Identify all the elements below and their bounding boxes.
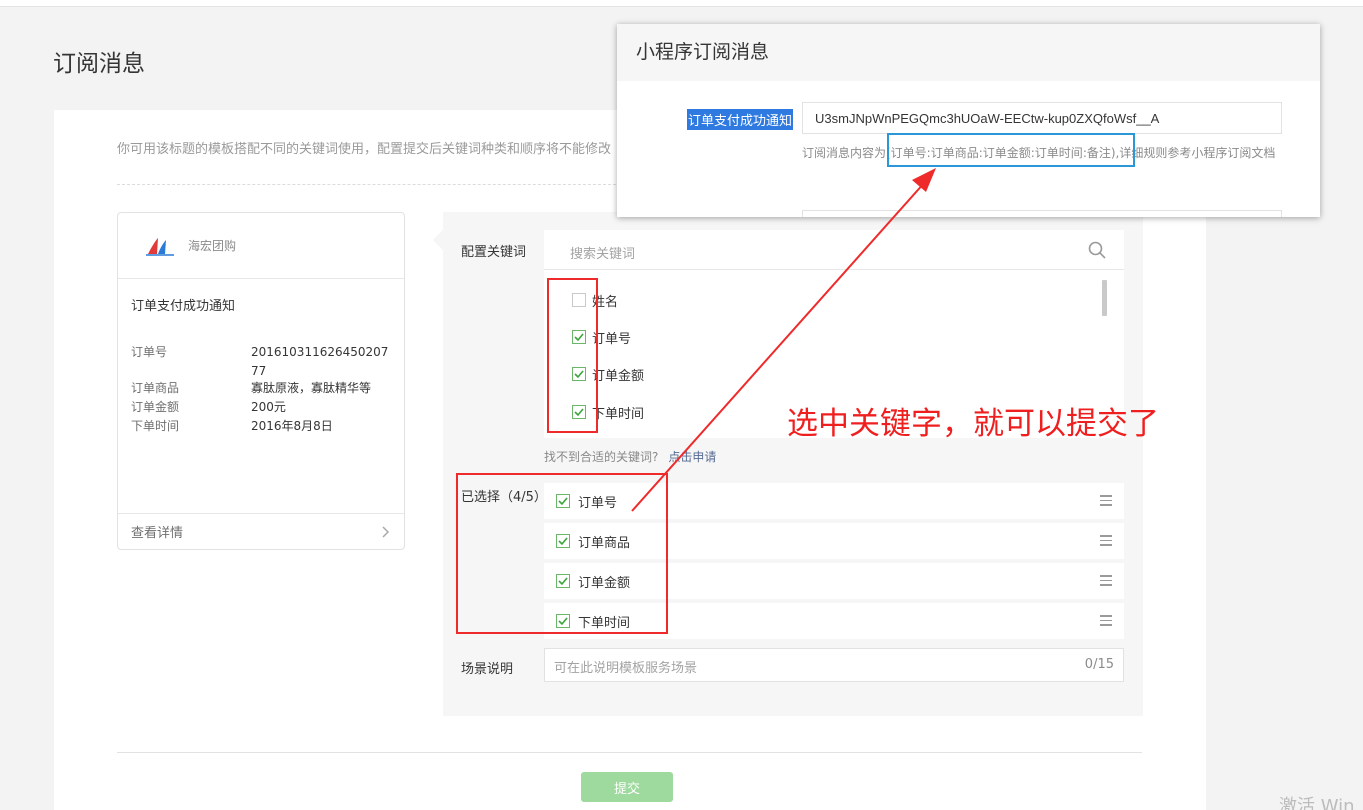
card-title: 订单支付成功通知 (131, 299, 236, 314)
drag-handle-icon[interactable] (1100, 615, 1112, 626)
submit-button[interactable]: 提交 (581, 772, 673, 802)
view-details-link[interactable]: 查看详情 (118, 513, 404, 549)
page-title: 订阅消息 (53, 51, 145, 77)
char-counter: 0/15 (1084, 657, 1114, 672)
template-id-field[interactable]: U3smJNpWnPEGQmc3hUOaW-EECtw-kup0ZXQfoWsf… (802, 102, 1282, 134)
mini-program-subscribe-popup: 小程序订阅消息 订单支付成功通知 U3smJNpWnPEGQmc3hUOaW-E… (617, 24, 1320, 217)
card-header: 海宏团购 (118, 213, 404, 279)
missing-keyword-hint: 找不到合适的关键词? 点击申请 (544, 448, 716, 465)
missing-text: 找不到合适的关键词? (544, 450, 659, 464)
keyword-label: 下单时间 (592, 406, 645, 422)
field-key: 订单商品 (131, 381, 180, 395)
drag-handle-icon[interactable] (1100, 495, 1112, 506)
drag-handle-icon[interactable] (1100, 575, 1112, 586)
apply-keyword-link[interactable]: 点击申请 (668, 450, 716, 464)
popup-title: 小程序订阅消息 (617, 24, 1320, 81)
pointer-notch (433, 230, 443, 250)
field-key: 订单金额 (131, 400, 180, 414)
drag-handle-icon[interactable] (1100, 535, 1112, 546)
chevron-right-icon (382, 525, 390, 538)
template-field-label: 订单支付成功通知 (687, 109, 794, 130)
top-bar (0, 0, 1363, 7)
field-key: 下单时间 (131, 419, 180, 433)
search-placeholder: 搜索关键词 (570, 247, 636, 262)
scene-label: 场景说明 (461, 662, 514, 677)
scrollbar-thumb[interactable] (1102, 280, 1107, 316)
keyword-checkbox-highlight (547, 278, 598, 433)
watermark-text: 激活 Win (1279, 796, 1355, 810)
scene-description-input[interactable]: 可在此说明模板服务场景 0/15 (544, 648, 1124, 682)
next-field[interactable] (802, 210, 1282, 217)
view-details-label: 查看详情 (131, 526, 184, 541)
search-icon[interactable] (1088, 241, 1106, 259)
message-preview-card: 海宏团购 订单支付成功通知 订单号 20161031162645020777 订… (117, 212, 405, 550)
annotation-text: 选中关键字，就可以提交了 (787, 406, 1159, 442)
field-value: 20161031162645020777 (251, 345, 389, 378)
brand-name: 海宏团购 (188, 239, 237, 253)
brand-logo-icon (146, 237, 174, 256)
field-key: 订单号 (131, 345, 168, 359)
keyword-label: 订单金额 (592, 368, 645, 384)
scene-placeholder: 可在此说明模板服务场景 (554, 661, 698, 676)
selected-keywords-highlight (456, 473, 668, 634)
template-content-highlight (887, 133, 1135, 167)
field-value: 2016年8月8日 (251, 419, 333, 433)
keywords-label: 配置关键词 (461, 245, 527, 260)
field-value: 寡肽原液，寡肽精华等 (251, 381, 372, 395)
notice-text: 你可用该标题的模板搭配不同的关键词使用，配置提交后关键词种类和顺序将不能修改 (117, 142, 612, 157)
field-value: 200元 (251, 400, 286, 414)
keyword-search-input[interactable]: 搜索关键词 (544, 230, 1124, 270)
divider (117, 752, 1142, 753)
